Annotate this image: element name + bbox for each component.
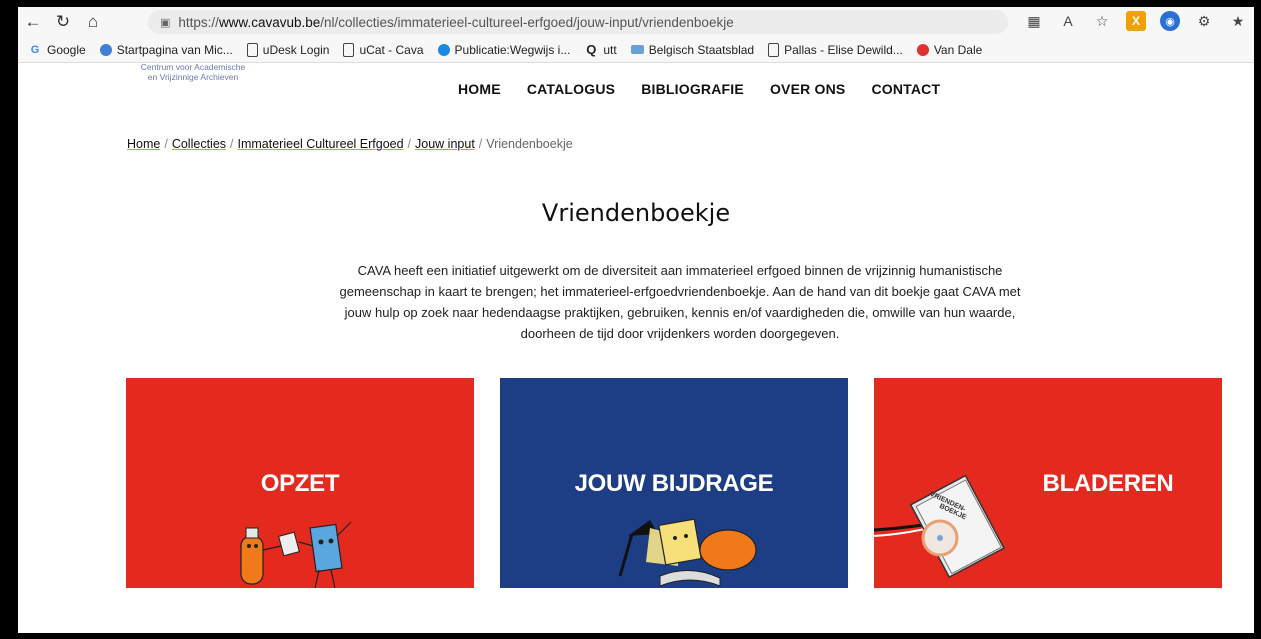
bookmark-publicatie[interactable]: Publicatie:Wegwijs i... bbox=[437, 43, 570, 57]
home-icon[interactable]: ⌂ bbox=[78, 8, 108, 36]
breadcrumb-immaterieel[interactable]: Immaterieel Cultureel Erfgoed bbox=[238, 137, 404, 151]
site-header: Centrum voor Academische en Vrijzinnige … bbox=[18, 62, 1254, 104]
url-input[interactable]: ▣ https://www.cavavub.be/nl/collecties/i… bbox=[148, 10, 1008, 34]
card-opzet[interactable]: OPZET bbox=[126, 378, 474, 588]
breadcrumb-jouw-input[interactable]: Jouw input bbox=[415, 137, 475, 151]
blue-dot-icon bbox=[437, 43, 450, 56]
breadcrumb-current: Vriendenboekje bbox=[486, 137, 573, 151]
apps-grid-icon[interactable]: ▦ bbox=[1024, 11, 1044, 31]
read-aloud-icon[interactable]: A bbox=[1058, 11, 1078, 31]
opzet-illustration bbox=[240, 521, 352, 588]
bookmark-startpagina[interactable]: Startpagina van Mic... bbox=[99, 43, 233, 57]
url-prefix: https:// bbox=[178, 14, 219, 30]
breadcrumb-home[interactable]: Home bbox=[127, 137, 160, 151]
nav-bibliografie[interactable]: BIBLIOGRAFIE bbox=[641, 81, 744, 97]
bookmark-google[interactable]: G Google bbox=[28, 43, 86, 57]
page-icon bbox=[246, 42, 258, 57]
google-icon: G bbox=[30, 43, 40, 56]
cards-row: OPZET JOUW BIJDRAGE BLADEREN VRIENDEN- B… bbox=[126, 378, 1222, 588]
breadcrumb-collecties[interactable]: Collecties bbox=[172, 137, 226, 151]
card-bladeren[interactable]: BLADEREN VRIENDEN- BOEKJE bbox=[874, 378, 1222, 588]
favorites-icon[interactable]: ★ bbox=[1228, 11, 1248, 31]
main-nav: HOME CATALOGUS BIBLIOGRAFIE OVER ONS CON… bbox=[458, 81, 940, 97]
page-title: Vriendenboekje bbox=[541, 199, 731, 227]
magnifier-center bbox=[937, 535, 943, 541]
bookmark-ucat[interactable]: uCat - Cava bbox=[343, 42, 424, 57]
bookmarks-bar: G Google Startpagina van Mic... uDesk Log… bbox=[18, 37, 1254, 63]
nav-catalogus[interactable]: CATALOGUS bbox=[527, 81, 615, 97]
back-icon[interactable]: ← bbox=[18, 8, 48, 36]
bookmark-staatsblad[interactable]: Belgisch Staatsblad bbox=[630, 43, 754, 57]
intro-text: CAVA heeft een initiatief uitgewerkt om … bbox=[339, 263, 1021, 341]
bookmark-udesk[interactable]: uDesk Login bbox=[246, 42, 329, 57]
site-info-icon[interactable]: ▣ bbox=[160, 16, 170, 29]
extension-x-icon[interactable]: X bbox=[1126, 11, 1146, 31]
nav-over-ons[interactable]: OVER ONS bbox=[770, 81, 846, 97]
url-host: www.cavavub.be bbox=[218, 14, 321, 30]
card-jouw-bijdrage[interactable]: JOUW BIJDRAGE bbox=[500, 378, 848, 588]
bookmark-vandale[interactable]: Van Dale bbox=[916, 43, 982, 57]
address-bar-row: ← ↻ ⌂ ▣ https://www.cavavub.be/nl/collec… bbox=[18, 7, 1254, 37]
browser-toolbar-icons: ▦ A ☆ X ◉ ⚙ ★ bbox=[1024, 11, 1248, 31]
url-path: /nl/collecties/immaterieel-cultureel-erf… bbox=[320, 14, 734, 30]
browser-window: ← ↻ ⌂ ▣ https://www.cavavub.be/nl/collec… bbox=[18, 7, 1254, 633]
vandale-icon bbox=[916, 43, 929, 56]
add-favorite-icon[interactable]: ☆ bbox=[1092, 11, 1112, 31]
site-logo[interactable]: Centrum voor Academische en Vrijzinnige … bbox=[128, 62, 258, 82]
bookmark-pallas[interactable]: Pallas - Elise Dewild... bbox=[768, 42, 903, 57]
q-icon: Q bbox=[586, 42, 597, 57]
refresh-icon[interactable]: ↻ bbox=[48, 8, 78, 36]
bladeren-illustration: VRIENDEN- BOEKJE bbox=[874, 474, 1005, 579]
page-icon bbox=[343, 42, 355, 57]
page-icon bbox=[768, 42, 780, 57]
nav-home[interactable]: HOME bbox=[458, 81, 501, 97]
bookmark-utt[interactable]: Qutt bbox=[584, 42, 616, 57]
microsoft-icon bbox=[99, 43, 112, 56]
extension-shield-icon[interactable]: ◉ bbox=[1160, 11, 1180, 31]
nav-contact[interactable]: CONTACT bbox=[871, 81, 940, 97]
jouw-bijdrage-illustration bbox=[618, 518, 757, 587]
flag-icon bbox=[630, 45, 644, 54]
breadcrumb: Home / Collecties / Immaterieel Cultureel Er… bbox=[127, 137, 573, 151]
extensions-puzzle-icon[interactable]: ⚙ bbox=[1194, 11, 1214, 31]
